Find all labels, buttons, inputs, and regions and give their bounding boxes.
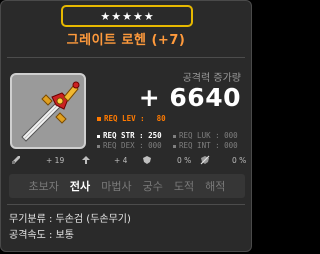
divider [7, 204, 245, 205]
star-icon: ★ [100, 9, 111, 23]
defense-value: 0 % [177, 156, 192, 165]
star-icon: ★ [143, 9, 154, 23]
item-tooltip: ★ ★ ★ ★ ★ 그레이트 로헨 (+7) 공격력 증가량 + 6640 RE… [0, 0, 252, 252]
attack-icon [12, 156, 20, 164]
power-value: + 6640 [138, 83, 241, 112]
star-force-box: ★ ★ ★ ★ ★ [61, 5, 193, 27]
req-str: REQ STR : 250 [97, 132, 162, 140]
star-icon: ★ [132, 9, 143, 23]
req-dex: REQ DEX : 000 [97, 142, 162, 150]
job-beginner: 초보자 [28, 180, 59, 193]
item-icon-frame [10, 73, 86, 149]
star-icon: ★ [122, 9, 132, 23]
job-thief: 도적 [173, 180, 195, 193]
job-bowman: 궁수 [142, 180, 163, 193]
ignore-defense-value: 0 % [232, 156, 247, 165]
defense-icon [143, 156, 151, 164]
upgrade-value: + 4 [114, 156, 128, 165]
star-icon: ★ [111, 9, 122, 23]
job-magician: 마법사 [101, 180, 132, 193]
divider [7, 57, 245, 58]
power-label: 공격력 증가량 [182, 73, 241, 84]
attack-speed: 공격속도 : 보통 [9, 230, 74, 241]
job-requirement-bar: 초보자 전사 마법사 궁수 도적 해적 [9, 174, 245, 198]
weapon-category: 무기분류 : 두손검 (두손무기) [9, 214, 131, 225]
req-int: REQ INT : 000 [173, 142, 238, 150]
job-pirate: 해적 [205, 180, 226, 193]
upgrade-icon [82, 156, 90, 164]
req-level: REQ LEV :80 [97, 114, 166, 123]
job-warrior: 전사 [69, 180, 91, 193]
ignore-defense-icon [200, 155, 210, 165]
sword-icon [21, 81, 80, 142]
req-luk: REQ LUK : 000 [173, 132, 238, 140]
item-name: 그레이트 로헨 (+7) [66, 33, 186, 48]
attack-increase-value: + 19 [46, 156, 65, 165]
